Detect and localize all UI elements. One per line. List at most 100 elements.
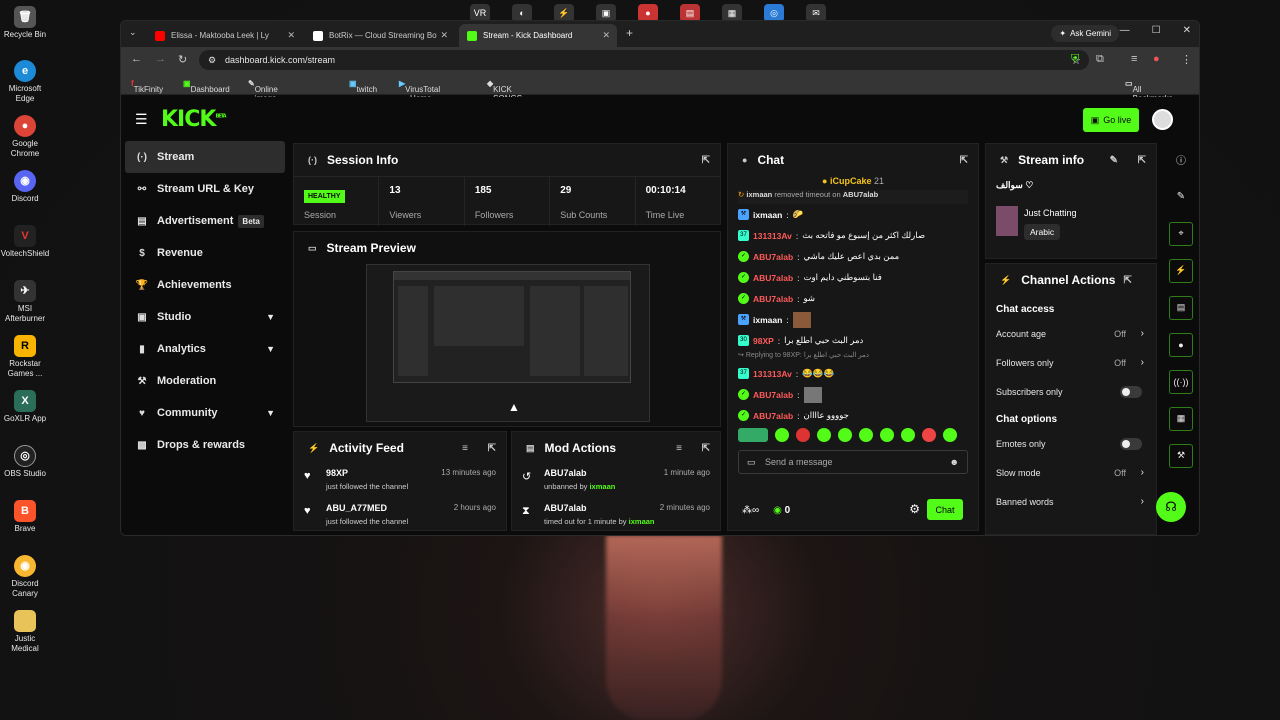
all-bookmarks[interactable]: ▭ All Bookmarks [1125,79,1173,103]
bookmark-kick-songs[interactable]: ◆ KICK SONGS [487,79,522,103]
desktop-icon-discord[interactable]: ◉ Discord [0,170,50,204]
hamburger-menu-icon[interactable]: ☰ [135,111,148,128]
subscribers-only-toggle[interactable] [1120,385,1142,398]
close-tab-icon[interactable]: ✕ [602,30,610,41]
go-live-button[interactable]: ▣ Go live [1083,108,1139,132]
account-age-setting[interactable]: Account age Off › [986,319,1156,348]
monitor-icon: ▭ [308,242,317,253]
filter-icon[interactable]: ≡ [676,443,682,454]
banned-words-setting[interactable]: Banned words › [986,487,1156,516]
emotes-only-toggle[interactable] [1120,437,1142,450]
chat-bubble-icon[interactable]: ● [1169,332,1193,357]
infinity-icon[interactable]: ⁂∞ [742,505,759,516]
followers-only-setting[interactable]: Followers only Off › [986,348,1156,377]
popout-icon[interactable]: ⇱ [1138,155,1146,166]
desktop-icon-rockstar[interactable]: R Rockstar Games ... [0,335,50,379]
tab-search-icon[interactable]: ⌄ [129,27,137,38]
sidebar-item-revenue[interactable]: $ Revenue [125,237,285,269]
sidebar-item-analytics[interactable]: ▮ Analytics ▼ [125,333,285,365]
tab-kick-dashboard[interactable]: Stream - Kick Dashboard ✕ [459,24,617,47]
emote-icon[interactable] [817,428,831,442]
reload-icon[interactable]: ↻ [178,53,187,66]
stream-preview-video[interactable] [366,264,650,422]
emoji-icon[interactable]: ☻ [950,457,959,467]
chat-message: ⚒ ixmaan: [738,309,968,330]
stat-viewers: 13 Viewers [379,177,465,226]
extensions-icon[interactable]: ⧉ [1096,53,1104,66]
desktop-icon-discord-canary[interactable]: ◉ Discord Canary [0,555,50,599]
new-tab-icon[interactable]: + [626,26,633,40]
chat-input[interactable]: ▭ Send a message ☻ [738,450,968,474]
emote-icon[interactable] [943,428,957,442]
send-chat-button[interactable]: Chat [927,499,963,520]
bookmark-dashboard[interactable]: ▣ Dashboard [183,79,230,94]
url-field[interactable]: ⚙ dashboard.kick.com/stream ☆ [199,50,1089,70]
emote-icon[interactable] [738,428,768,442]
desktop-icon-brave[interactable]: B Brave [0,500,50,534]
forward-icon[interactable]: → [155,53,166,65]
sidebar-item-stream-url-key[interactable]: ⚯ Stream URL & Key [125,173,285,205]
bookmark-twitch[interactable]: ▣ twitch [349,79,377,94]
category-name[interactable]: Just Chatting [1024,208,1077,218]
extension-shield-icon[interactable]: ⛨ [1071,53,1079,66]
notes-icon[interactable]: ▤ [1169,295,1193,320]
popout-icon[interactable]: ⇱ [960,155,968,166]
support-headset-icon[interactable]: ☊ [1156,492,1186,522]
bookmark-tikfinity[interactable]: f TikFinity [131,79,163,94]
info-icon[interactable]: ⓘ [1165,141,1197,178]
close-window-icon[interactable]: ✕ [1183,25,1191,36]
maximize-icon[interactable]: ☐ [1152,25,1161,36]
sidebar-item-advertisement[interactable]: ▤ Advertisement Beta [125,205,285,237]
kick-logo[interactable]: KICKBETA [161,107,227,132]
close-tab-icon[interactable]: ✕ [440,30,448,41]
profile-icon[interactable]: ● [1153,53,1160,65]
ask-gemini-button[interactable]: ✦ Ask Gemini [1051,25,1119,42]
wrench-icon[interactable]: ⚒ [1169,443,1193,468]
sidebar-item-drops-rewards[interactable]: ▩ Drops & rewards [125,429,285,461]
slow-mode-setting[interactable]: Slow mode Off › [986,458,1156,487]
sidebar-item-stream[interactable]: (·) Stream [125,141,285,173]
desktop-icon-voltechshield[interactable]: V VoltechShield [0,225,50,259]
close-tab-icon[interactable]: ✕ [287,30,295,41]
tab-botrix[interactable]: BotRix — Cloud Streaming Bot ✕ [305,24,455,47]
desktop-icon-chrome[interactable]: ● Google Chrome [0,115,50,159]
cast-icon[interactable]: ≡ [1131,53,1137,65]
avatar[interactable] [1152,109,1173,130]
minimize-icon[interactable]: — [1120,25,1130,36]
desktop-icon-folder[interactable]: Justic Medical [0,610,50,654]
desktop-icon-goxlr[interactable]: X GoXLR App [0,390,50,424]
layout-icon[interactable]: ▦ [1169,406,1193,431]
sidebar-item-studio[interactable]: ▣ Studio ▼ [125,301,285,333]
popout-icon[interactable]: ⇱ [702,155,710,166]
edit-icon[interactable]: ✎ [1110,155,1118,166]
bookmark-virustotal[interactable]: ▶ VirusTotal - Home [399,79,440,103]
emote-icon[interactable] [796,428,810,442]
emote-icon[interactable] [859,428,873,442]
back-icon[interactable]: ← [131,53,142,65]
emote-icon[interactable] [901,428,915,442]
raid-icon[interactable]: ⚡ [1169,258,1193,283]
emote-icon[interactable] [775,428,789,442]
site-info-icon[interactable]: ⚙ [208,55,216,66]
bookmark-image-resizer[interactable]: ✎ Online image resize... [248,79,283,112]
desktop-icon-edge[interactable]: e Microsoft Edge [0,60,50,104]
filter-icon[interactable]: ≡ [462,443,468,454]
tab-youtube[interactable]: Elissa - Maktooba Leek | Ly ✕ [147,24,302,47]
popout-icon[interactable]: ⇱ [1123,275,1131,286]
sidebar-item-moderation[interactable]: ⚒ Moderation [125,365,285,397]
clip-icon[interactable]: ⌖ [1169,221,1193,246]
desktop-icon-msi-afterburner[interactable]: ✈ MSI Afterburner [0,280,50,324]
chat-settings-icon[interactable]: ⚙ [909,502,920,516]
broadcast-icon[interactable]: ((·)) [1169,369,1193,394]
popout-icon[interactable]: ⇱ [702,443,710,454]
emote-icon[interactable] [838,428,852,442]
emote-icon[interactable] [880,428,894,442]
desktop-icon-recycle-bin[interactable]: 🗑 Recycle Bin [0,6,50,40]
emote-icon[interactable] [922,428,936,442]
popout-icon[interactable]: ⇱ [488,443,496,454]
pencil-icon[interactable]: ✎ [1165,178,1197,215]
menu-icon[interactable]: ⋮ [1181,53,1192,66]
sidebar-item-achievements[interactable]: 🏆 Achievements [125,269,285,301]
sidebar-item-community[interactable]: ♥ Community ▼ [125,397,285,429]
desktop-icon-obs[interactable]: ◎ OBS Studio [0,445,50,479]
